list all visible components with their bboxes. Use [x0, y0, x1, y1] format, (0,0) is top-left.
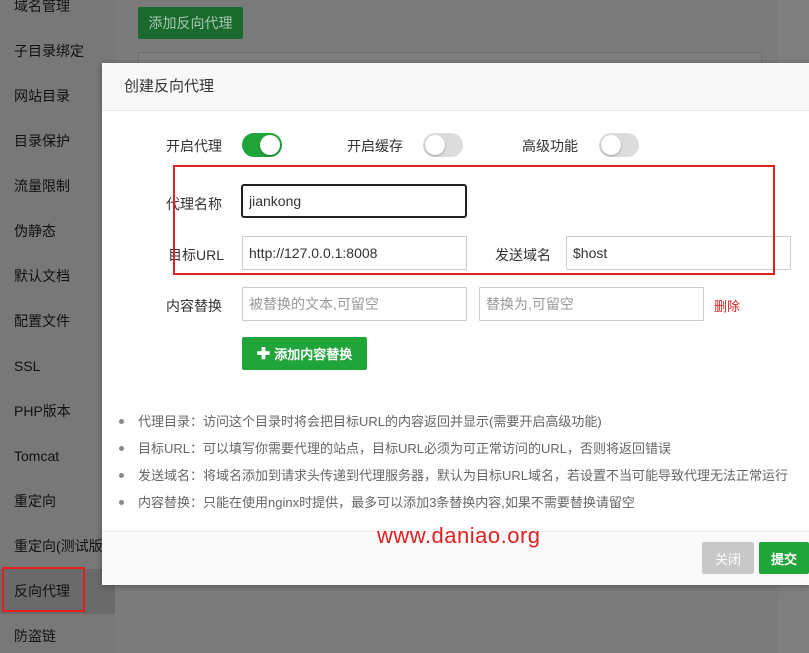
- create-proxy-dialog: 创建反向代理 开启代理 开启缓存 高级功能 代理名称 目标URL 发送域名 内容…: [102, 63, 809, 585]
- help-notes: 代理目录：访问这个目录时将会把目标URL的内容返回并显示(需要开启高级功能) 目…: [119, 412, 809, 520]
- toggle-knob: [425, 135, 445, 155]
- content-replace-label: 内容替换: [166, 298, 222, 314]
- sidebar-item-domain[interactable]: 域名管理: [0, 0, 115, 29]
- sidebar-item-ssl[interactable]: SSL: [0, 344, 115, 389]
- toggle-knob: [260, 135, 280, 155]
- sidebar: 域名管理 子目录绑定 网站目录 目录保护 流量限制 伪静态 默认文档 配置文件 …: [0, 0, 115, 653]
- bullet-icon: [119, 446, 124, 451]
- note-text: 发送域名：将域名添加到请求头传递到代理服务器，默认为目标URL域名，若设置不当可…: [138, 468, 789, 483]
- highlight-box-sidebar: [2, 567, 85, 612]
- replace-to-input[interactable]: [479, 287, 704, 321]
- enable-cache-toggle[interactable]: [423, 133, 463, 157]
- highlight-box-form: [173, 165, 775, 275]
- close-button[interactable]: 关闭: [702, 542, 754, 574]
- plus-icon: ✚: [256, 345, 271, 363]
- note-item: 内容替换：只能在使用nginx时提供，最多可以添加3条替换内容,如果不需要替换请…: [119, 493, 809, 520]
- sidebar-item-hotlink[interactable]: 防盗链: [0, 614, 115, 653]
- watermark: www.daniao.org: [377, 523, 541, 548]
- sidebar-item-dir-protect[interactable]: 目录保护: [0, 119, 115, 164]
- enable-proxy-toggle[interactable]: [242, 133, 282, 157]
- bullet-icon: [119, 419, 124, 424]
- sidebar-item-redirect[interactable]: 重定向: [0, 479, 115, 524]
- sidebar-item-tomcat[interactable]: Tomcat: [0, 434, 115, 479]
- advanced-label: 高级功能: [522, 138, 578, 154]
- replace-from-input[interactable]: [242, 287, 467, 321]
- note-item: 代理目录：访问这个目录时将会把目标URL的内容返回并显示(需要开启高级功能): [119, 412, 809, 439]
- note-text: 目标URL：可以填写你需要代理的站点，目标URL必须为可正常访问的URL，否则将…: [138, 441, 672, 456]
- add-replace-button[interactable]: ✚ 添加内容替换: [242, 337, 367, 370]
- note-text: 内容替换：只能在使用nginx时提供，最多可以添加3条替换内容,如果不需要替换请…: [138, 495, 635, 510]
- sidebar-item-subdir[interactable]: 子目录绑定: [0, 29, 115, 74]
- sidebar-item-site-dir[interactable]: 网站目录: [0, 74, 115, 119]
- bullet-icon: [119, 473, 124, 478]
- sidebar-item-traffic[interactable]: 流量限制: [0, 164, 115, 209]
- submit-button[interactable]: 提交: [759, 542, 809, 574]
- sidebar-item-rewrite[interactable]: 伪静态: [0, 209, 115, 254]
- add-replace-label: 添加内容替换: [274, 346, 353, 362]
- note-item: 发送域名：将域名添加到请求头传递到代理服务器，默认为目标URL域名，若设置不当可…: [119, 466, 809, 493]
- note-item: 目标URL：可以填写你需要代理的站点，目标URL必须为可正常访问的URL，否则将…: [119, 439, 809, 466]
- sidebar-item-config[interactable]: 配置文件: [0, 299, 115, 344]
- toggle-knob: [601, 135, 621, 155]
- sidebar-item-default-doc[interactable]: 默认文档: [0, 254, 115, 299]
- sidebar-item-redirect-beta[interactable]: 重定向(测试版): [0, 524, 115, 569]
- note-text: 代理目录：访问这个目录时将会把目标URL的内容返回并显示(需要开启高级功能): [138, 414, 602, 429]
- bullet-icon: [119, 500, 124, 505]
- enable-proxy-label: 开启代理: [166, 138, 222, 154]
- enable-cache-label: 开启缓存: [347, 138, 403, 154]
- delete-replace-link[interactable]: 删除: [714, 296, 740, 315]
- advanced-toggle[interactable]: [599, 133, 639, 157]
- add-proxy-button[interactable]: 添加反向代理: [138, 7, 243, 39]
- sidebar-item-php[interactable]: PHP版本: [0, 389, 115, 434]
- dialog-title: 创建反向代理: [102, 63, 809, 111]
